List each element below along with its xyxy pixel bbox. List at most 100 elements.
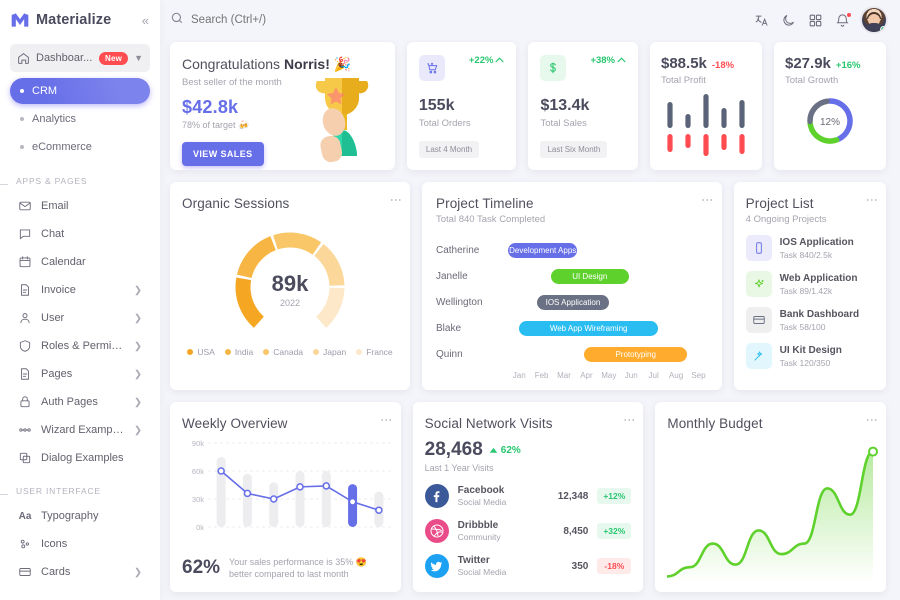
sidebar-item-invoice[interactable]: Invoice ❯ xyxy=(10,276,150,304)
sidebar-item-typography[interactable]: Aa Typography xyxy=(10,502,150,530)
chevron-double-left-icon[interactable]: « xyxy=(139,12,152,29)
brand-name: Materialize xyxy=(36,12,112,28)
facebook-icon xyxy=(424,484,449,508)
sidebar-item-icons[interactable]: Icons xyxy=(10,530,150,558)
timeline-bar[interactable]: Development Apps xyxy=(508,243,578,258)
timeline-bar[interactable]: UI Design xyxy=(550,269,629,284)
sidebar-item-user[interactable]: User ❯ xyxy=(10,304,150,332)
social-total: 28,468 xyxy=(424,439,483,460)
sidebar-item-label: Roles & Permissi... xyxy=(41,340,126,352)
organic-sessions-card: Organic Sessions ⋮ 89k 2022 USA India Canad… xyxy=(170,182,410,390)
sidebar-item-chat[interactable]: Chat xyxy=(10,220,150,248)
apps-grid-icon[interactable] xyxy=(808,13,823,28)
project-list-item[interactable]: Web Application Task 89/1.42k xyxy=(745,271,874,297)
stat-top: +38% xyxy=(540,55,626,81)
project-timeline-card: Project Timeline Total 840 Task Complete… xyxy=(422,182,722,390)
monthly-budget-card: Monthly Budget ⋮ xyxy=(655,402,887,592)
project-list-item[interactable]: IOS Application Task 840/2.5k xyxy=(745,235,874,261)
timeline-track: Web App Wireframing xyxy=(508,315,710,341)
bullet-icon xyxy=(20,117,24,121)
project-list-item[interactable]: Bank Dashboard Task 58/100 xyxy=(745,307,874,333)
month-tick: Jan xyxy=(512,371,526,380)
more-options-icon[interactable]: ⋮ xyxy=(865,414,879,426)
search-input[interactable] xyxy=(191,14,411,26)
weekly-footer: 62% Your sales performance is 35% 😍 bett… xyxy=(182,556,389,580)
social-change-badge: +32% xyxy=(597,523,632,539)
avatar-online-status xyxy=(880,26,886,32)
sidebar-item-label: Typography xyxy=(41,510,99,522)
sidebar-brand: Materialize « xyxy=(0,0,160,40)
view-sales-button[interactable]: VIEW SALES xyxy=(182,142,264,166)
social-subtitle: Last 1 Year Visits xyxy=(424,463,494,473)
bell-icon[interactable] xyxy=(835,11,852,28)
sidebar-item-roles-permissi[interactable]: Roles & Permissi... ❯ xyxy=(10,332,150,360)
sidebar-item-analytics[interactable]: Analytics xyxy=(10,106,150,132)
legend-label: Canada xyxy=(273,347,304,357)
chevron-right-icon: ❯ xyxy=(134,368,142,380)
sales-period-chip: Last Six Month xyxy=(540,141,608,158)
sidebar-item-ecommerce[interactable]: eCommerce xyxy=(10,134,150,160)
sidebar-item-dialog-examples[interactable]: Dialog Examples xyxy=(10,444,150,472)
arrow-up-icon xyxy=(495,57,505,63)
sidebar-item-label: CRM xyxy=(32,85,58,97)
file-icon xyxy=(18,367,32,381)
legend-item: Canada xyxy=(263,347,303,357)
shield-icon xyxy=(18,339,32,353)
topbar-icons xyxy=(754,8,886,32)
month-tick: May xyxy=(601,371,617,380)
more-options-icon[interactable]: ⋮ xyxy=(389,194,403,206)
timeline-bar[interactable]: IOS Application xyxy=(537,295,609,310)
more-options-icon[interactable]: ⋮ xyxy=(622,414,636,426)
moon-icon[interactable] xyxy=(781,13,796,28)
sidebar-item-label: Analytics xyxy=(32,113,77,125)
budget-title: Monthly Budget xyxy=(667,416,763,431)
svg-text:89k: 89k xyxy=(272,271,309,296)
more-options-icon[interactable]: ⋮ xyxy=(865,194,879,206)
growth-delta: +16% xyxy=(835,60,861,71)
sidebar-item-cards[interactable]: Cards ❯ xyxy=(10,558,150,586)
search-box[interactable] xyxy=(170,11,746,30)
project-name: Bank Dashboard xyxy=(779,308,860,320)
timeline-bar[interactable]: Prototyping xyxy=(584,347,688,362)
social-delta: 62% xyxy=(489,445,521,456)
calendar-icon xyxy=(18,255,32,269)
legend-label: USA xyxy=(197,347,215,357)
sidebar-item-label: Auth Pages xyxy=(41,396,98,408)
timeline-title: Project Timeline xyxy=(436,196,534,211)
sidebar-item-calendar[interactable]: Calendar xyxy=(10,248,150,276)
sidebar-item-label: Chat xyxy=(41,228,65,240)
more-options-icon[interactable]: ⋮ xyxy=(701,194,715,206)
stat-top: +22% xyxy=(418,55,505,81)
sales-label: Total Sales xyxy=(540,118,587,129)
translate-icon[interactable] xyxy=(754,13,769,28)
sidebar-item-pages[interactable]: Pages ❯ xyxy=(10,360,150,388)
project-list-item[interactable]: UI Kit Design Task 120/350 xyxy=(745,343,874,369)
user-icon xyxy=(18,311,32,325)
dribbble-icon xyxy=(424,519,449,543)
chevron-right-icon: ❯ xyxy=(134,396,142,408)
file-icon xyxy=(18,283,32,297)
sidebar-item-crm[interactable]: CRM xyxy=(10,78,150,104)
sidebar-item-label: eCommerce xyxy=(32,141,92,153)
chevron-right-icon: ❯ xyxy=(134,312,142,324)
sidebar-item-label: Email xyxy=(41,200,69,212)
chat-icon xyxy=(18,227,32,241)
sales-value: $13.4k xyxy=(540,97,590,114)
timeline-bar[interactable]: Web App Wireframing xyxy=(519,321,659,336)
sidebar-item-email[interactable]: Email xyxy=(10,192,150,220)
congratulations-card: Congratulations Norris! 🎉 Best seller of… xyxy=(170,42,395,170)
sidebar-item-dashboards[interactable]: Dashboar... New ▼ xyxy=(10,44,150,72)
social-change-badge: -18% xyxy=(597,558,632,574)
social-row[interactable]: Twitter Social Media 350 -18% xyxy=(424,554,632,578)
more-options-icon[interactable]: ⋮ xyxy=(380,414,394,426)
sidebar-item-label: Wizard Examples xyxy=(41,424,126,436)
project-task-count: Task 120/350 xyxy=(779,357,831,368)
growth-label: Total Growth xyxy=(785,75,839,86)
sidebar-item-auth-pages[interactable]: Auth Pages ❯ xyxy=(10,388,150,416)
social-row[interactable]: Facebook Social Media 12,348 +12% xyxy=(424,484,632,508)
legend-label: India xyxy=(234,347,254,357)
social-row[interactable]: Dribbble Community 8,450 +32% xyxy=(424,519,632,543)
sidebar-item-wizard-examples[interactable]: Wizard Examples ❯ xyxy=(10,416,150,444)
project-task-count: Task 58/100 xyxy=(779,321,826,332)
user-avatar[interactable] xyxy=(862,8,886,32)
